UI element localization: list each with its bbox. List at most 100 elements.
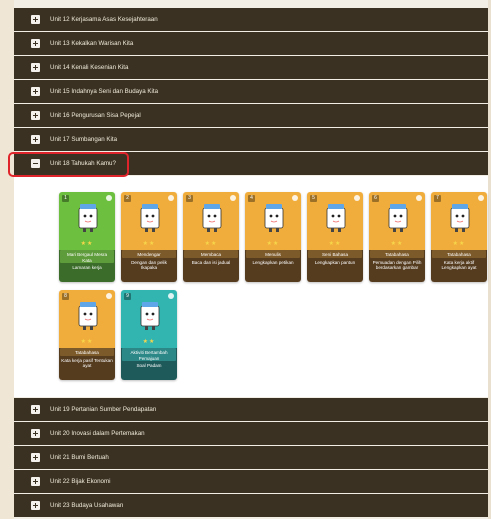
info-icon[interactable] [168, 293, 174, 299]
card-illustration: 7 ★★ [431, 192, 487, 250]
card-title: Menulis [246, 250, 300, 258]
activity-card-9[interactable]: 9 ★★ Aktiviti Bertambah Pemajuan Soal Padam [121, 290, 177, 380]
info-icon[interactable] [106, 195, 112, 201]
info-icon[interactable] [230, 195, 236, 201]
unit-label: Unit 17 Sumbangan Kita [50, 136, 118, 143]
card-illustration: 5 ★★ [307, 192, 363, 250]
activity-card-6[interactable]: 6 ★★ Tatabahasa Pemuadan dengan Pilih berda… [369, 192, 425, 282]
card-title: Seni Bahasa [308, 250, 362, 258]
card-title: Mendengar [122, 250, 176, 258]
info-icon[interactable] [106, 293, 112, 299]
card-rating-stars: ★★ [142, 241, 156, 247]
card-caption: Mendengar Dengan dan pelik Ikapaka [121, 250, 177, 282]
expand-plus-icon[interactable] [31, 135, 40, 144]
card-subtitle: Baca dan isi jadual [191, 259, 231, 265]
card-rating-stars: ★★ [80, 241, 94, 247]
card-title: Membaca [184, 250, 238, 258]
unit-label: Unit 20 Inovasi dalam Pertemakan [50, 430, 145, 437]
card-title: Aktiviti Bertambah Pemajuan [122, 348, 176, 361]
card-caption: Seni Bahasa Lengkapkan pantun [307, 250, 363, 282]
book-character-icon [140, 302, 160, 330]
unit-row-13[interactable]: Unit 13 Kekalkan Warisan Kita [14, 32, 488, 55]
info-icon[interactable] [478, 195, 484, 201]
card-subtitle: Lamaran kerja [72, 265, 102, 270]
card-rating-stars: ★★ [204, 241, 218, 247]
card-title: Tatabahasa [370, 250, 424, 258]
activity-card-8[interactable]: 8 ★★ Tatabahasa Kata kerja pasif Tentukan a… [59, 290, 115, 380]
card-number: 5 [310, 195, 317, 202]
unit-row-20[interactable]: Unit 20 Inovasi dalam Pertemakan [14, 422, 488, 445]
card-caption: Mari Bergaul Mesra Kata Lamaran kerja [59, 250, 115, 282]
card-rating-stars: ★★ [452, 241, 466, 247]
book-character-icon [140, 204, 160, 232]
expand-plus-icon[interactable] [31, 63, 40, 72]
unit-row-15[interactable]: Unit 15 Indahnya Seni dan Budaya Kita [14, 80, 488, 103]
info-icon[interactable] [416, 195, 422, 201]
card-subtitle: Lengkapkan pantun [314, 259, 356, 265]
activity-card-3[interactable]: 3 ★★ Membaca Baca dan isi jadual [183, 192, 239, 282]
unit-row-21[interactable]: Unit 21 Bumi Bertuah [14, 446, 488, 469]
card-title: Tatabahasa [432, 250, 486, 258]
card-rating-stars: ★★ [328, 241, 342, 247]
card-illustration: 2 ★★ [121, 192, 177, 250]
unit-label: Unit 16 Pengurusan Sisa Pepejal [50, 112, 141, 119]
card-caption: Tatabahasa Kata kerja pasif Tentukan ayat [59, 348, 115, 380]
expand-plus-icon[interactable] [31, 429, 40, 438]
unit-row-14[interactable]: Unit 14 Kenali Kesenian Kita [14, 56, 488, 79]
unit-row-22[interactable]: Unit 22 Bijak Ekonomi [14, 470, 488, 493]
expand-plus-icon[interactable] [31, 453, 40, 462]
activity-card-2[interactable]: 2 ★★ Mendengar Dengan dan pelik Ikapaka [121, 192, 177, 282]
card-caption: Membaca Baca dan isi jadual [183, 250, 239, 282]
card-number: 6 [372, 195, 379, 202]
book-character-icon [388, 204, 408, 232]
unit-row-17[interactable]: Unit 17 Sumbangan Kita [14, 128, 488, 151]
activity-card-7[interactable]: 7 ★★ Tatabahasa Kata kerja aktif Lengkapkan… [431, 192, 487, 282]
left-margin [0, 0, 14, 519]
card-rating-stars: ★★ [142, 339, 156, 345]
expand-plus-icon[interactable] [31, 111, 40, 120]
unit-label: Unit 18 Tahukah Kamu? [50, 160, 116, 167]
expand-plus-icon[interactable] [31, 405, 40, 414]
info-icon[interactable] [292, 195, 298, 201]
unit-row-23[interactable]: Unit 23 Budaya Usahawan [14, 494, 488, 517]
card-number: 8 [62, 293, 69, 300]
unit-label: Unit 21 Bumi Bertuah [50, 454, 109, 461]
unit-label: Unit 22 Bijak Ekonomi [50, 478, 111, 485]
expand-plus-icon[interactable] [31, 15, 40, 24]
card-illustration: 6 ★★ [369, 192, 425, 250]
unit-label: Unit 19 Pertanian Sumber Pendapatan [50, 406, 157, 413]
card-rating-stars: ★★ [390, 241, 404, 247]
book-character-icon [264, 204, 284, 232]
card-caption: Menulis Lengkapkan petikan [245, 250, 301, 282]
activity-card-1[interactable]: 1 ★★ Mari Bergaul Mesra Kata Lamaran kerja [59, 192, 115, 282]
unit-row-16[interactable]: Unit 16 Pengurusan Sisa Pepejal [14, 104, 488, 127]
expand-plus-icon[interactable] [31, 87, 40, 96]
card-rating-stars: ★★ [266, 241, 280, 247]
card-illustration: 1 ★★ [59, 192, 115, 250]
card-illustration: 3 ★★ [183, 192, 239, 250]
card-subtitle: Pemuadan dengan Pilih berdasarkan gambar [372, 259, 422, 271]
expand-plus-icon[interactable] [31, 501, 40, 510]
card-illustration: 4 ★★ [245, 192, 301, 250]
unit-label: Unit 14 Kenali Kesenian Kita [50, 64, 129, 71]
card-subtitle: Soal Padam [136, 363, 162, 368]
unit-row-12[interactable]: Unit 12 Kerjasama Asas Kesejahteraan [14, 8, 488, 31]
card-illustration: 9 ★★ [121, 290, 177, 348]
card-number: 7 [434, 195, 441, 202]
info-icon[interactable] [354, 195, 360, 201]
collapse-minus-icon[interactable] [31, 159, 40, 168]
activity-card-4[interactable]: 4 ★★ Menulis Lengkapkan petikan [245, 192, 301, 282]
card-subtitle: Dengan dan pelik Ikapaka [131, 259, 167, 271]
activity-card-5[interactable]: 5 ★★ Seni Bahasa Lengkapkan pantun [307, 192, 363, 282]
card-illustration: 8 ★★ [59, 290, 115, 348]
unit-row-18-expanded[interactable]: Unit 18 Tahukah Kamu? [14, 152, 488, 175]
expand-plus-icon[interactable] [31, 477, 40, 486]
card-number: 2 [124, 195, 131, 202]
card-rating-stars: ★★ [80, 339, 94, 345]
card-caption: Tatabahasa Pemuadan dengan Pilih berdasar… [369, 250, 425, 282]
info-icon[interactable] [168, 195, 174, 201]
unit-row-19[interactable]: Unit 19 Pertanian Sumber Pendapatan [14, 398, 488, 421]
card-subtitle: Lengkapkan petikan [252, 259, 294, 265]
expand-plus-icon[interactable] [31, 39, 40, 48]
card-number: 9 [124, 293, 131, 300]
